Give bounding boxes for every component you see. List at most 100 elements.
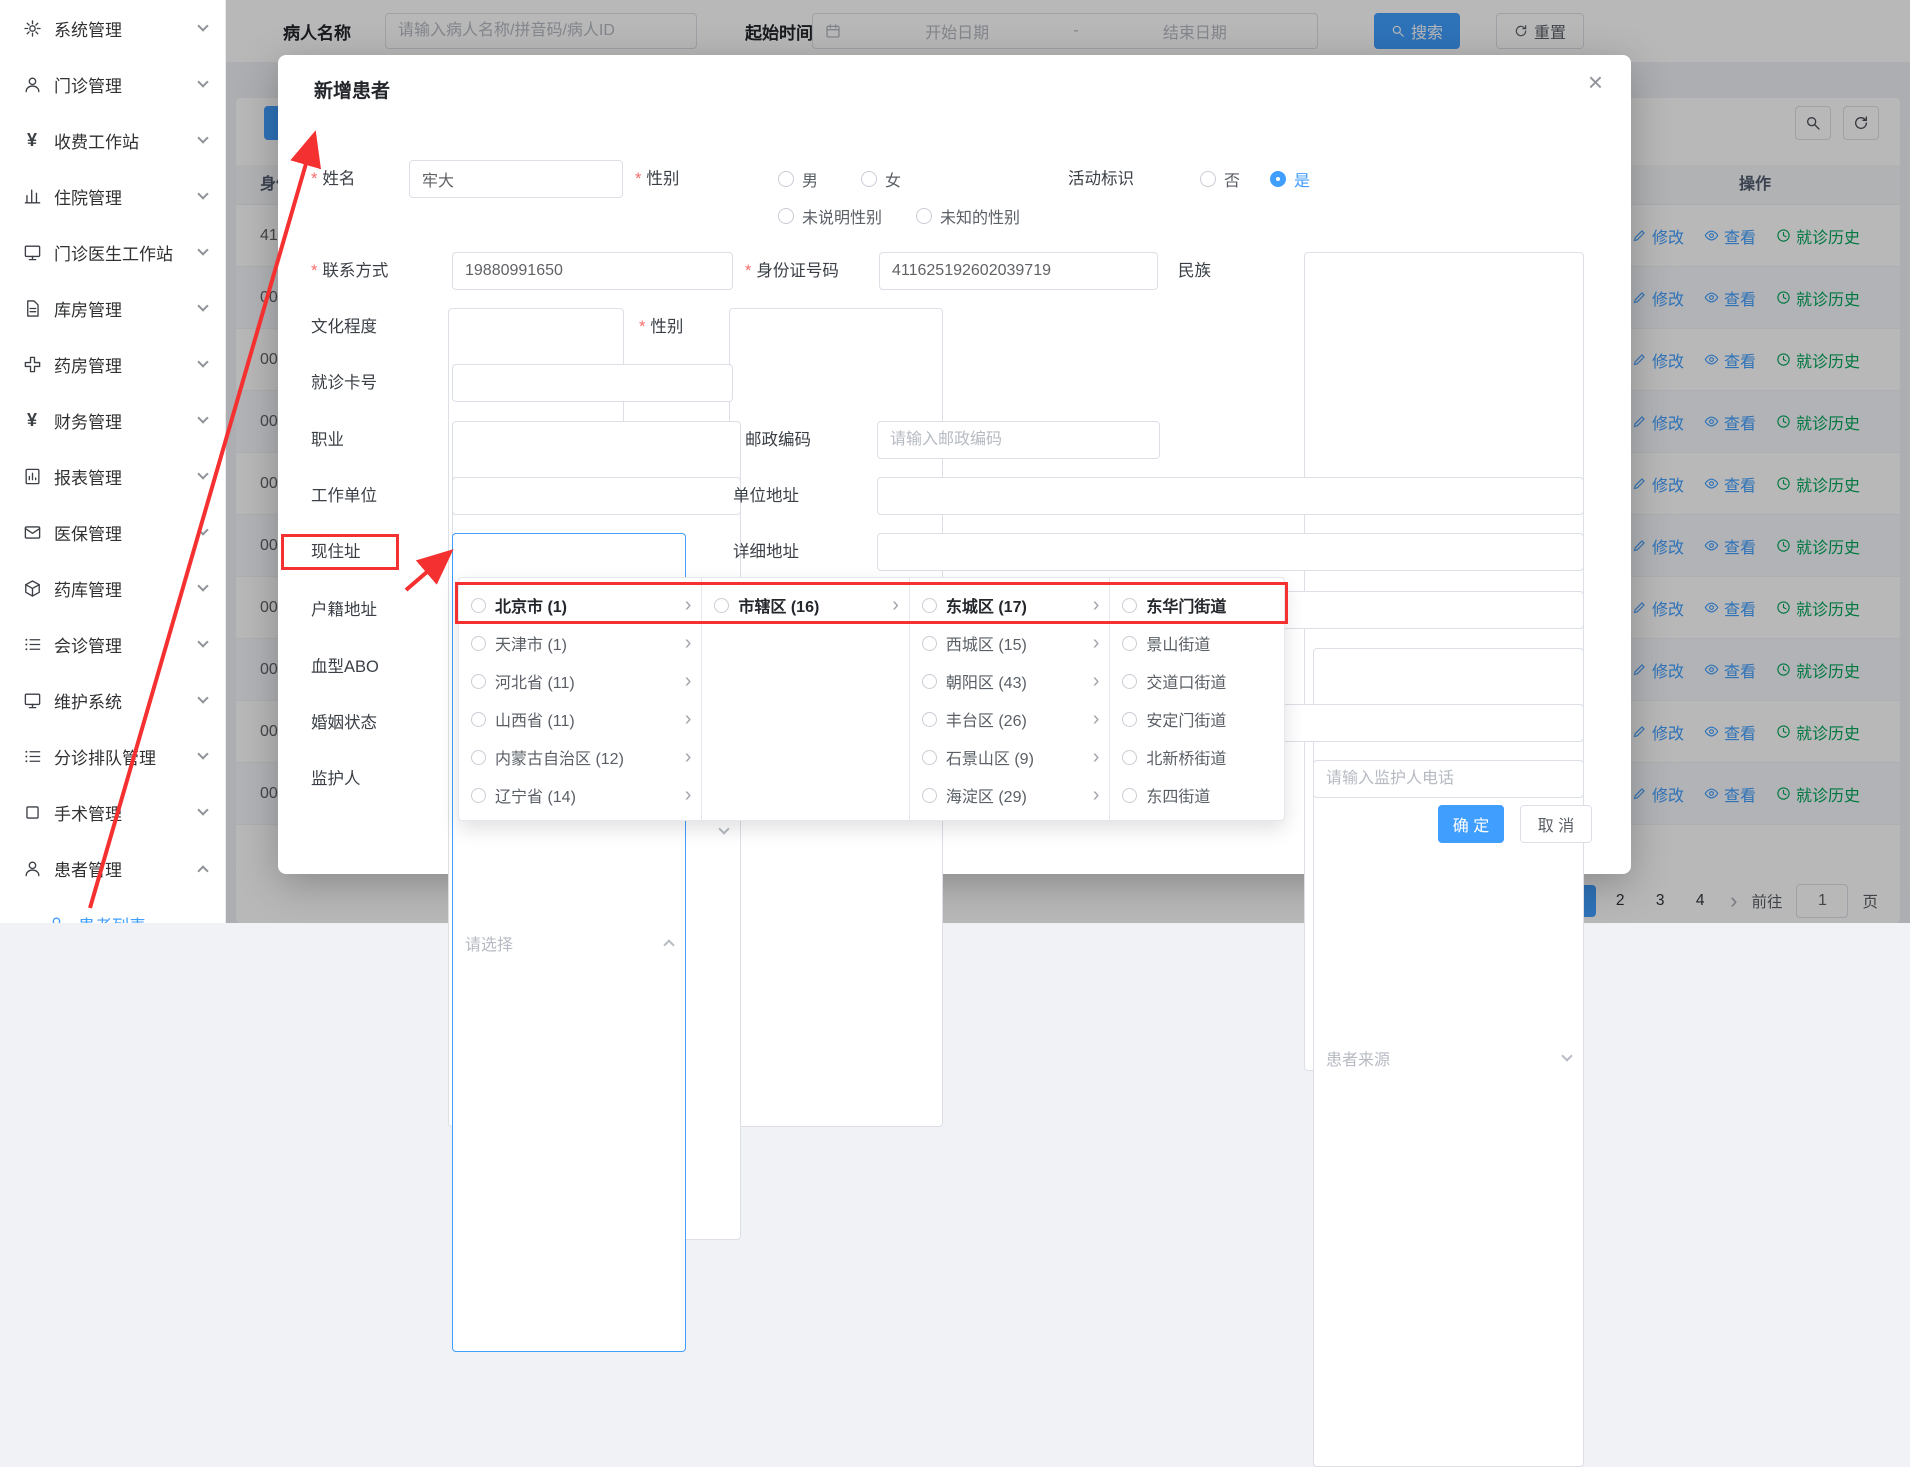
cascader-district-option[interactable]: 东城区 (17) › xyxy=(910,586,1110,624)
contact-input[interactable] xyxy=(452,252,733,290)
cascader-district-option[interactable]: 石景山区 (9) › xyxy=(910,738,1110,776)
address-cascader-dropdown: 北京市 (1) › 天津市 (1) › 河北省 (11) › 山西省 (11) … xyxy=(458,577,1285,821)
mail-icon xyxy=(22,522,42,542)
visit-card-label: 就诊卡号 xyxy=(311,364,377,402)
chevron-right-icon: › xyxy=(892,595,899,615)
ethnicity-label: 民族 xyxy=(1178,252,1211,290)
sidebar-item-label: 财务管理 xyxy=(54,408,199,433)
cascader-district-option[interactable]: 丰台区 (26) › xyxy=(910,700,1110,738)
active-yes-radio[interactable]: 是 xyxy=(1270,160,1310,198)
cascader-province-option[interactable]: 辽宁省 (14) › xyxy=(459,776,701,814)
cascader-city-column: 市辖区 (16) › xyxy=(702,578,910,820)
chevron-right-icon: › xyxy=(1093,709,1100,729)
cascader-province-option[interactable]: 河北省 (11) › xyxy=(459,662,701,700)
radio-icon xyxy=(916,208,932,224)
sidebar-item-surgery[interactable]: 手术管理 xyxy=(0,784,225,840)
sidebar-item-triage-queue[interactable]: 分诊排队管理 xyxy=(0,728,225,784)
yen-icon: ¥ xyxy=(22,410,42,430)
cascader-street-option[interactable]: 东四街道 xyxy=(1110,776,1284,814)
cascader-district-column: 东城区 (17) › 西城区 (15) › 朝阳区 (43) › 丰台区 (26… xyxy=(910,578,1111,820)
radio-icon xyxy=(714,598,729,613)
cascader-street-option[interactable]: 东华门街道 xyxy=(1110,586,1284,624)
radio-icon xyxy=(922,598,937,613)
cancel-button[interactable]: 取 消 xyxy=(1520,805,1592,843)
sidebar-item-insurance[interactable]: 医保管理 xyxy=(0,504,225,560)
postal-field-wrap xyxy=(877,421,1160,459)
sidebar-item-drug-storage[interactable]: 药库管理 xyxy=(0,560,225,616)
sidebar-item-pharmacy[interactable]: 药房管理 xyxy=(0,336,225,392)
guardian-label: 监护人 xyxy=(311,760,361,798)
postal-input[interactable] xyxy=(877,421,1160,459)
sidebar-item-doctor-station[interactable]: 门诊医生工作站 xyxy=(0,224,225,280)
chevron-down-icon xyxy=(197,300,208,311)
work-unit-input[interactable] xyxy=(452,477,741,515)
radio-icon xyxy=(1200,171,1216,187)
work-unit-label: 工作单位 xyxy=(311,477,377,515)
radio-icon xyxy=(1122,788,1137,803)
sidebar-item-inpatient[interactable]: 住院管理 xyxy=(0,168,225,224)
sidebar-item-charging[interactable]: ¥ 收费工作站 xyxy=(0,112,225,168)
sidebar-item-outpatient[interactable]: 门诊管理 xyxy=(0,56,225,112)
sidebar-item-maintenance[interactable]: 维护系统 xyxy=(0,672,225,728)
radio-icon xyxy=(922,712,937,727)
radio-icon xyxy=(922,636,937,651)
sidebar: 系统管理 门诊管理 ¥ 收费工作站 住院管理 门诊医生工作站 库房管理 药房管理… xyxy=(0,0,226,923)
sidebar-item-label: 药库管理 xyxy=(54,576,199,601)
current-address-label: 现住址 xyxy=(311,533,361,571)
gear-icon xyxy=(22,18,42,38)
idcard-label: 身份证号码 xyxy=(745,252,839,290)
sidebar-item-patient-list[interactable]: 患者列表 xyxy=(0,896,225,923)
cascader-district-option[interactable]: 海淀区 (29) › xyxy=(910,776,1110,814)
chevron-right-icon: › xyxy=(1093,785,1100,805)
sidebar-item-label: 住院管理 xyxy=(54,184,199,209)
radio-icon xyxy=(922,750,937,765)
sidebar-item-finance[interactable]: ¥ 财务管理 xyxy=(0,392,225,448)
cascader-province-option[interactable]: 天津市 (1) › xyxy=(459,624,701,662)
radio-icon xyxy=(1270,171,1286,187)
radio-icon xyxy=(471,636,486,651)
radio-icon xyxy=(471,788,486,803)
sidebar-item-label: 分诊排队管理 xyxy=(54,744,199,769)
cascader-street-option[interactable]: 安定门街道 xyxy=(1110,700,1284,738)
visit-card-input[interactable] xyxy=(452,364,733,402)
sidebar-item-label: 门诊医生工作站 xyxy=(54,240,199,265)
chevron-down-icon xyxy=(197,692,208,703)
monitor-icon xyxy=(22,690,42,710)
gender-unstated-radio[interactable]: 未说明性别 xyxy=(778,197,882,235)
active-no-radio[interactable]: 否 xyxy=(1200,160,1240,198)
modal-title: 新增患者 xyxy=(314,76,390,103)
confirm-button[interactable]: 确 定 xyxy=(1438,805,1504,843)
cascader-province-option[interactable]: 北京市 (1) › xyxy=(459,586,701,624)
unit-address-field-wrap xyxy=(877,477,1584,515)
chevron-right-icon: › xyxy=(1093,595,1100,615)
cascader-district-option[interactable]: 西城区 (15) › xyxy=(910,624,1110,662)
cascader-province-option[interactable]: 内蒙古自治区 (12) › xyxy=(459,738,701,776)
sidebar-item-consultation[interactable]: 会诊管理 xyxy=(0,616,225,672)
chevron-down-icon xyxy=(197,76,208,87)
unit-address-input[interactable] xyxy=(877,477,1584,515)
sidebar-item-report[interactable]: 报表管理 xyxy=(0,448,225,504)
sidebar-item-patient-management[interactable]: 患者管理 xyxy=(0,840,225,896)
gender-female-radio[interactable]: 女 xyxy=(861,160,901,198)
radio-icon xyxy=(471,712,486,727)
idcard-input[interactable] xyxy=(879,252,1158,290)
chevron-right-icon: › xyxy=(685,671,692,691)
cascader-city-option[interactable]: 市辖区 (16) › xyxy=(702,586,909,624)
guardian-phone-input[interactable] xyxy=(1313,760,1584,798)
detail-address-input[interactable] xyxy=(877,533,1584,571)
chevron-right-icon: › xyxy=(685,633,692,653)
cascader-street-option[interactable]: 交道口街道 xyxy=(1110,662,1284,700)
gender-male-radio[interactable]: 男 xyxy=(778,160,818,198)
cascader-street-option[interactable]: 景山街道 xyxy=(1110,624,1284,662)
cascader-district-option[interactable]: 朝阳区 (43) › xyxy=(910,662,1110,700)
gender-unknown-radio[interactable]: 未知的性别 xyxy=(916,197,1020,235)
sidebar-item-warehouse[interactable]: 库房管理 xyxy=(0,280,225,336)
chevron-right-icon: › xyxy=(685,785,692,805)
cascader-street-option[interactable]: 北新桥街道 xyxy=(1110,738,1284,776)
sidebar-item-label: 患者管理 xyxy=(54,856,199,881)
cascader-street-column: 东华门街道 景山街道 交道口街道 安定门街道 北新桥街道 东四街道 xyxy=(1110,578,1284,820)
cascader-province-option[interactable]: 山西省 (11) › xyxy=(459,700,701,738)
name-input[interactable] xyxy=(409,160,623,198)
close-icon[interactable]: × xyxy=(1588,69,1603,95)
sidebar-item-system[interactable]: 系统管理 xyxy=(0,0,225,56)
